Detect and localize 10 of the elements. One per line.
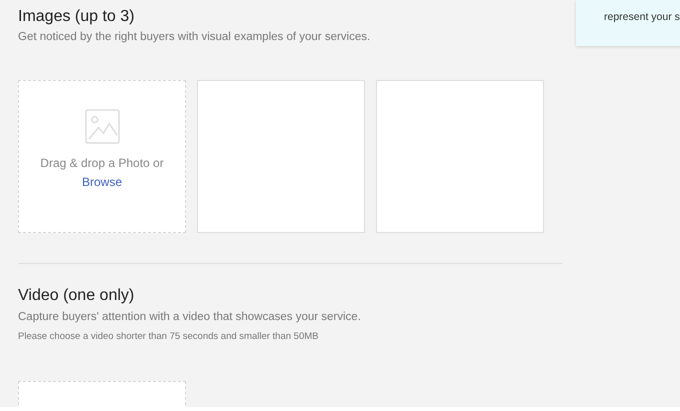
browse-link[interactable]: Browse <box>82 175 122 189</box>
size-note: Please choose a video shorter than 75 seconds and smaller than 50MB <box>18 331 320 342</box>
upload-prompt: Drag & drop a Photo or <box>40 156 164 170</box>
section-title: Images (up to 3) <box>18 7 136 27</box>
section-description: Get noticed by the right buyers with visual examples of your services. <box>18 31 372 43</box>
upload-dropzone[interactable]: Drag & drop a Photo or Browse <box>18 80 186 233</box>
image-icon <box>84 109 120 144</box>
tooltip-text: represent your s <box>604 11 680 23</box>
section-description: Capture buyers' attention with a video that showcases your service. <box>18 311 362 323</box>
section-title: Video (one only) <box>18 286 136 306</box>
